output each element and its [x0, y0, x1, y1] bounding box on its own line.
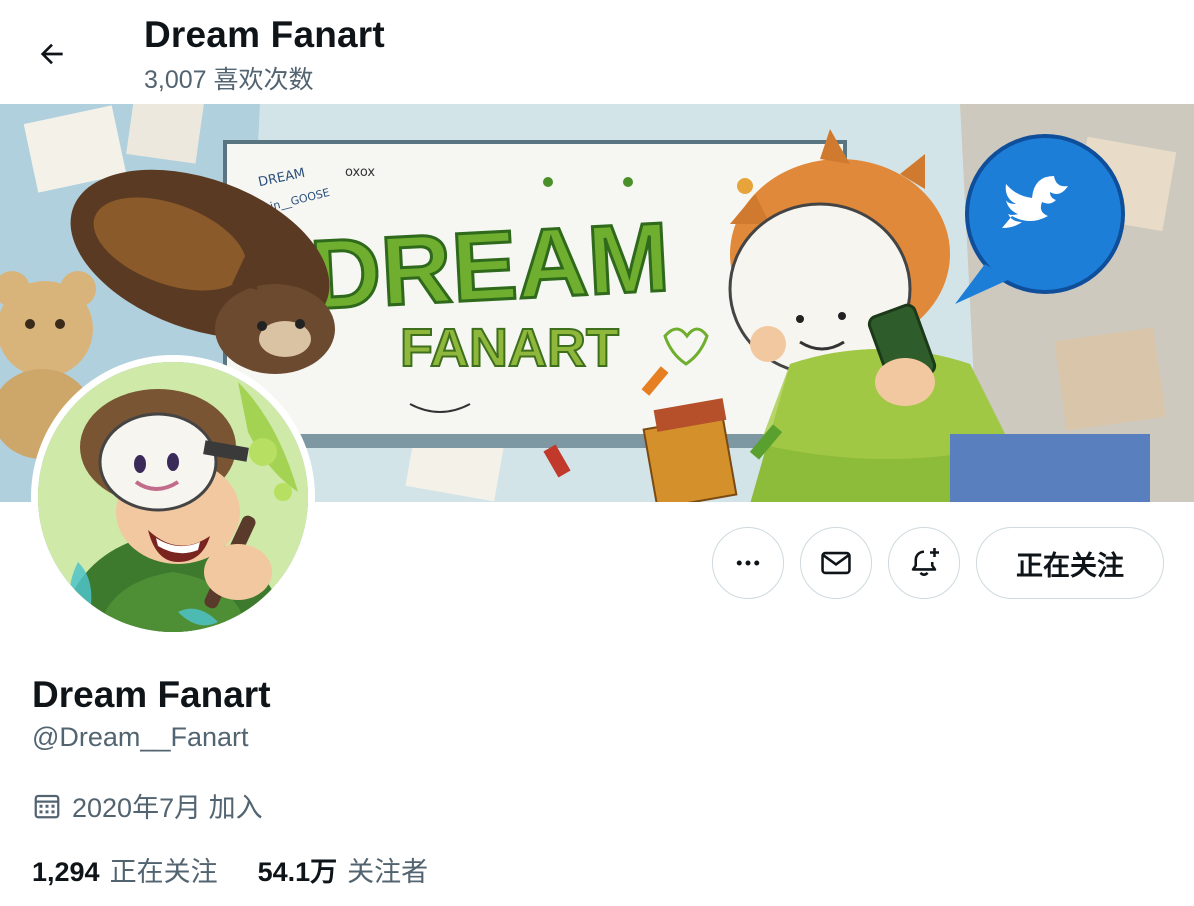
banner-scribble-oxox: oxox	[345, 165, 375, 180]
profile-stats: 1,294 正在关注 54.1万 关注者	[32, 850, 468, 889]
profile-join-date: 2020年7月 加入	[32, 786, 263, 825]
more-horizontal-icon	[736, 560, 760, 566]
following-count: 1,294	[32, 857, 100, 887]
message-button[interactable]	[800, 527, 872, 599]
followers-count: 54.1万	[257, 857, 338, 887]
followers-label: 关注者	[347, 857, 429, 887]
profile-handle: @Dream__Fanart	[32, 722, 249, 752]
banner-headline-fanart: FANART	[400, 318, 619, 378]
profile-avatar[interactable]	[31, 355, 315, 639]
envelope-icon	[821, 551, 851, 575]
bell-plus-icon	[911, 548, 939, 576]
following-button[interactable]: 正在关注	[976, 527, 1164, 599]
notifications-button[interactable]	[888, 527, 960, 599]
profile-display-name: Dream Fanart	[32, 674, 271, 715]
back-button[interactable]	[28, 30, 76, 78]
header-title: Dream Fanart	[144, 14, 385, 55]
following-stat-link[interactable]: 1,294 正在关注	[32, 850, 218, 889]
join-date-text: 2020年7月 加入	[72, 793, 263, 823]
calendar-icon	[34, 794, 60, 818]
header-likes-count: 3,007 喜欢次数	[144, 66, 314, 94]
arrow-left-icon	[40, 43, 63, 65]
banner-headline-dream: DREAM	[307, 201, 672, 330]
more-options-button[interactable]	[712, 527, 784, 599]
profile-header-bar: Dream Fanart 3,007 喜欢次数	[0, 0, 1194, 104]
following-label: 正在关注	[109, 857, 218, 887]
followers-stat-link[interactable]: 54.1万 关注者	[258, 850, 429, 889]
